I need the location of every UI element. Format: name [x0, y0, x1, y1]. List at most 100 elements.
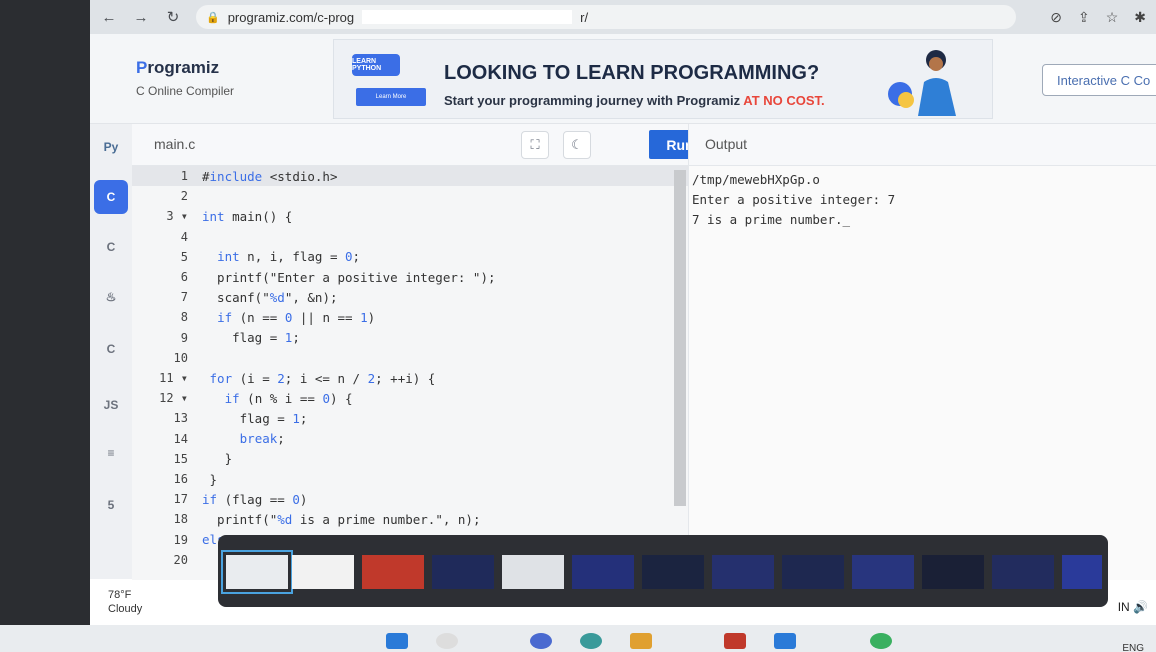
code-line[interactable]: 7 scanf("%d", &n); — [132, 287, 688, 307]
line-number: 13 — [173, 411, 188, 426]
code-line[interactable]: 15 } — [132, 449, 688, 469]
ad-badge: LEARN PYTHON — [352, 54, 400, 76]
task-thumbnail[interactable] — [292, 555, 354, 589]
code-line[interactable]: 12 ▾ if (n % i == 0) { — [132, 388, 688, 408]
app-icon[interactable] — [530, 633, 552, 649]
mail-icon[interactable] — [724, 633, 746, 649]
code-line[interactable]: 14 break; — [132, 429, 688, 449]
code-line[interactable]: 10 — [132, 348, 688, 368]
folder-icon[interactable] — [630, 633, 652, 649]
code-text: printf("Enter a positive integer: "); — [202, 269, 496, 285]
line-number: 8 — [180, 310, 188, 325]
task-thumbnail[interactable] — [922, 555, 984, 589]
line-number: 14 — [173, 431, 188, 446]
line-number: 7 — [180, 290, 188, 305]
code-line[interactable]: 4 — [132, 227, 688, 247]
code-line[interactable]: 2 — [132, 186, 688, 206]
back-icon[interactable]: ← — [100, 9, 118, 26]
app-icon[interactable] — [870, 633, 892, 649]
reload-icon[interactable]: ↻ — [164, 8, 182, 26]
eye-off-icon[interactable]: ⊘ — [1050, 9, 1062, 26]
ad-learn-more-button[interactable]: Learn More — [356, 88, 426, 106]
forward-icon[interactable]: → — [132, 9, 150, 26]
output-line: Enter a positive integer: 7 — [692, 192, 896, 207]
app-icon[interactable] — [580, 633, 602, 649]
line-number: 19 — [173, 532, 188, 547]
code-text: #include <stdio.h> — [202, 168, 338, 184]
editor-scrollbar[interactable] — [674, 170, 686, 506]
output-console[interactable]: /tmp/mewebHXpGp.o Enter a positive integ… — [688, 166, 1156, 580]
python-icon[interactable]: Py — [94, 130, 128, 164]
start-icon[interactable] — [386, 633, 408, 649]
code-line[interactable]: 13 flag = 1; — [132, 408, 688, 428]
weather-temp: 78°F — [108, 589, 132, 601]
code-line[interactable]: 18 printf("%d is a prime number.", n); — [132, 509, 688, 529]
task-thumbnail[interactable] — [712, 555, 774, 589]
interactive-course-button[interactable]: Interactive C Co — [1042, 64, 1156, 96]
code-text: } — [202, 471, 218, 487]
task-thumbnail[interactable] — [1062, 555, 1102, 589]
line-number: 1 — [180, 169, 188, 183]
dark-mode-icon[interactable]: ☾ — [563, 131, 591, 159]
line-number: 4 — [180, 229, 188, 244]
task-thumbnail[interactable] — [852, 555, 914, 589]
javascript-icon[interactable]: JS — [94, 388, 128, 422]
cpp-icon[interactable]: C — [94, 230, 128, 264]
output-line: /tmp/mewebHXpGp.o — [692, 172, 820, 187]
sql-icon[interactable]: ≡ — [94, 436, 128, 470]
search-icon[interactable] — [436, 633, 458, 649]
extensions-icon[interactable]: ✱ — [1134, 9, 1146, 26]
html-icon[interactable]: 5 — [94, 488, 128, 522]
task-thumbnail[interactable] — [572, 555, 634, 589]
volume-icon[interactable]: 🔊 — [1133, 600, 1148, 614]
browser-window: ← → ↻ 🔒 programiz.com/c-prog r/ ⊘ ⇪ ☆ ✱ … — [90, 0, 1156, 625]
task-thumbnail[interactable] — [432, 555, 494, 589]
line-number: 9 — [180, 330, 188, 345]
task-thumbnail[interactable] — [502, 555, 564, 589]
task-thumbnail[interactable] — [992, 555, 1054, 589]
share-icon[interactable]: ⇪ — [1078, 9, 1090, 26]
task-thumbnail[interactable] — [642, 555, 704, 589]
csharp-icon[interactable]: C — [94, 332, 128, 366]
line-number: 16 — [173, 472, 188, 486]
code-line[interactable]: 9 flag = 1; — [132, 328, 688, 348]
output-title: Output — [705, 136, 748, 152]
address-bar[interactable]: 🔒 programiz.com/c-prog r/ — [196, 5, 1016, 29]
ad-banner[interactable]: LEARN PYTHON Learn More LOOKING TO LEARN… — [333, 39, 993, 119]
code-line[interactable]: 5 int n, i, flag = 0; — [132, 247, 688, 267]
programiz-logo[interactable]: Programiz — [136, 58, 219, 78]
code-line[interactable]: 11 ▾ for (i = 2; i <= n / 2; ++i) { — [132, 368, 688, 388]
line-number: 2 — [180, 189, 188, 204]
line-number: 15 — [173, 451, 188, 466]
code-text: flag = 1; — [202, 330, 300, 346]
input-indicator[interactable]: IN — [1118, 600, 1130, 614]
code-line[interactable]: 6 printf("Enter a positive integer: "); — [132, 267, 688, 287]
line-number: 10 — [173, 350, 188, 365]
fullscreen-icon[interactable]: ⛶ — [521, 131, 549, 159]
code-editor[interactable]: 1 #include <stdio.h> 2 3 ▾ int main() { 4 5 in… — [132, 166, 688, 580]
line-number: 17 — [173, 492, 188, 507]
code-text: if (n % i == 0) { — [224, 390, 353, 406]
language-indicator[interactable]: ENG — [1122, 643, 1144, 652]
java-icon[interactable]: ♨ — [94, 280, 128, 314]
file-tab[interactable]: main.c — [154, 136, 195, 152]
code-line[interactable]: 16 } — [132, 469, 688, 489]
task-thumbnail[interactable] — [362, 555, 424, 589]
code-text: for (i = 2; i <= n / 2; ++i) { — [209, 370, 436, 386]
code-line[interactable]: 1 #include <stdio.h> — [132, 166, 688, 186]
ad-illustration-icon — [888, 50, 956, 116]
ad-subtext: Start your programming journey with Prog… — [444, 93, 825, 108]
code-line[interactable]: 17 if (flag == 0) — [132, 489, 688, 509]
code-text: if (flag == 0) — [202, 491, 308, 507]
task-thumbnail[interactable] — [221, 550, 293, 594]
app-icon[interactable] — [774, 633, 796, 649]
code-line[interactable]: 3 ▾ int main() { — [132, 206, 688, 226]
star-icon[interactable]: ☆ — [1106, 9, 1119, 26]
code-line[interactable]: 8 if (n == 0 || n == 1) — [132, 307, 688, 327]
weather-widget[interactable]: 78°F Cloudy — [108, 588, 142, 616]
c-icon[interactable]: C — [94, 180, 128, 214]
taskbar: ENG — [0, 625, 1156, 652]
output-header: Output — [688, 124, 1156, 166]
task-thumbnail[interactable] — [782, 555, 844, 589]
line-number: 18 — [173, 512, 188, 527]
